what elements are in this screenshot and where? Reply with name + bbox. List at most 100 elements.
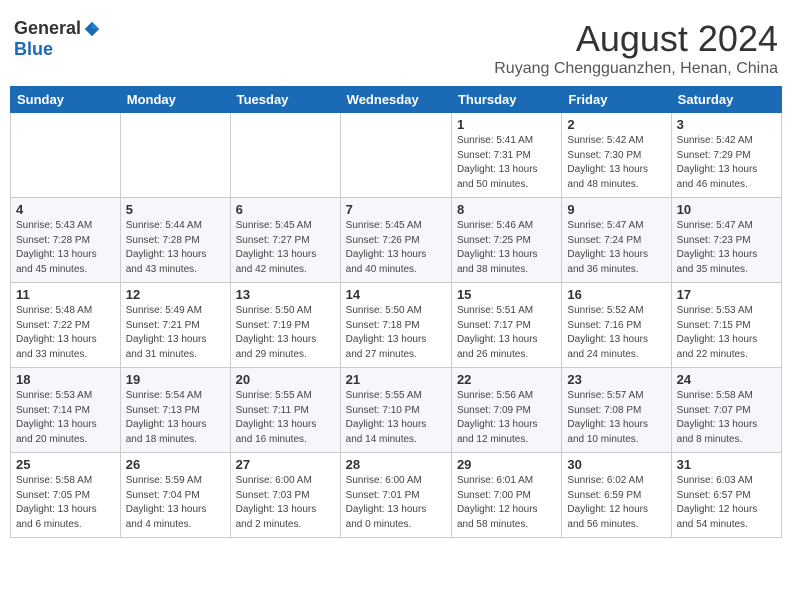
calendar-week-row: 18Sunrise: 5:53 AM Sunset: 7:14 PM Dayli…	[11, 368, 782, 453]
calendar-cell: 23 Sunrise: 5:57 AM Sunset: 7:08 PM Dayli…	[562, 368, 671, 453]
calendar-header-wednesday: Wednesday	[340, 87, 451, 113]
calendar-cell: 8 Sunrise: 5:46 AM Sunset: 7:25 PM Daylig…	[451, 198, 561, 283]
day-number: 6	[236, 202, 335, 217]
day-info: Sunrise: 5:55 AM Sunset: 7:11 PM Dayligh…	[236, 389, 335, 447]
logo-icon	[83, 20, 101, 38]
day-number: 24	[677, 372, 776, 387]
day-info: Sunrise: 6:02 AM Sunset: 6:59 PM Dayligh…	[567, 474, 665, 532]
calendar-cell: 24 Sunrise: 5:58 AM Sunset: 7:07 PM Dayli…	[671, 368, 781, 453]
day-number: 25	[16, 457, 115, 472]
day-number: 20	[236, 372, 335, 387]
day-info: Sunrise: 5:45 AM Sunset: 7:26 PM Dayligh…	[346, 219, 446, 277]
day-info: Sunrise: 5:42 AM Sunset: 7:30 PM Dayligh…	[567, 134, 665, 192]
calendar-header-tuesday: Tuesday	[230, 87, 340, 113]
day-info: Sunrise: 5:59 AM Sunset: 7:04 PM Dayligh…	[126, 474, 225, 532]
calendar-cell: 10 Sunrise: 5:47 AM Sunset: 7:23 PM Dayli…	[671, 198, 781, 283]
day-number: 4	[16, 202, 115, 217]
calendar-cell: 2 Sunrise: 5:42 AM Sunset: 7:30 PM Daylig…	[562, 113, 671, 198]
calendar-week-row: 25 Sunrise: 5:58 AM Sunset: 7:05 PM Dayli…	[11, 453, 782, 538]
day-info: Sunrise: 5:44 AM Sunset: 7:28 PM Dayligh…	[126, 219, 225, 277]
day-number: 11	[16, 287, 115, 302]
calendar-cell: 7 Sunrise: 5:45 AM Sunset: 7:26 PM Daylig…	[340, 198, 451, 283]
title-area: August 2024 Ruyang Chengguanzhen, Henan,…	[494, 18, 778, 78]
day-number: 7	[346, 202, 446, 217]
day-number: 3	[677, 117, 776, 132]
calendar-cell: 11Sunrise: 5:48 AM Sunset: 7:22 PM Dayli…	[11, 283, 121, 368]
calendar-cell: 14Sunrise: 5:50 AM Sunset: 7:18 PM Dayli…	[340, 283, 451, 368]
day-number: 22	[457, 372, 556, 387]
day-number: 17	[677, 287, 776, 302]
day-number: 2	[567, 117, 665, 132]
day-info: Sunrise: 5:57 AM Sunset: 7:08 PM Dayligh…	[567, 389, 665, 447]
day-info: Sunrise: 5:42 AM Sunset: 7:29 PM Dayligh…	[677, 134, 776, 192]
day-info: Sunrise: 5:56 AM Sunset: 7:09 PM Dayligh…	[457, 389, 556, 447]
calendar-cell: 13Sunrise: 5:50 AM Sunset: 7:19 PM Dayli…	[230, 283, 340, 368]
day-info: Sunrise: 5:58 AM Sunset: 7:05 PM Dayligh…	[16, 474, 115, 532]
day-number: 9	[567, 202, 665, 217]
day-number: 23	[567, 372, 665, 387]
day-info: Sunrise: 6:03 AM Sunset: 6:57 PM Dayligh…	[677, 474, 776, 532]
day-info: Sunrise: 5:43 AM Sunset: 7:28 PM Dayligh…	[16, 219, 115, 277]
calendar-cell: 1 Sunrise: 5:41 AM Sunset: 7:31 PM Daylig…	[451, 113, 561, 198]
day-info: Sunrise: 5:50 AM Sunset: 7:18 PM Dayligh…	[346, 304, 446, 362]
calendar-cell: 15Sunrise: 5:51 AM Sunset: 7:17 PM Dayli…	[451, 283, 561, 368]
calendar-cell: 21Sunrise: 5:55 AM Sunset: 7:10 PM Dayli…	[340, 368, 451, 453]
day-number: 15	[457, 287, 556, 302]
calendar-body: 1 Sunrise: 5:41 AM Sunset: 7:31 PM Daylig…	[11, 113, 782, 538]
day-info: Sunrise: 5:58 AM Sunset: 7:07 PM Dayligh…	[677, 389, 776, 447]
day-number: 8	[457, 202, 556, 217]
month-title: August 2024	[494, 18, 778, 60]
logo: General Blue	[14, 18, 101, 60]
day-info: Sunrise: 5:46 AM Sunset: 7:25 PM Dayligh…	[457, 219, 556, 277]
calendar-cell: 16Sunrise: 5:52 AM Sunset: 7:16 PM Dayli…	[562, 283, 671, 368]
day-number: 19	[126, 372, 225, 387]
calendar-cell: 30 Sunrise: 6:02 AM Sunset: 6:59 PM Dayli…	[562, 453, 671, 538]
day-number: 28	[346, 457, 446, 472]
calendar-cell: 3 Sunrise: 5:42 AM Sunset: 7:29 PM Daylig…	[671, 113, 781, 198]
calendar-cell	[11, 113, 121, 198]
calendar-cell: 6Sunrise: 5:45 AM Sunset: 7:27 PM Daylig…	[230, 198, 340, 283]
location-title: Ruyang Chengguanzhen, Henan, China	[494, 60, 778, 78]
day-number: 29	[457, 457, 556, 472]
day-number: 30	[567, 457, 665, 472]
calendar-cell: 19 Sunrise: 5:54 AM Sunset: 7:13 PM Dayli…	[120, 368, 230, 453]
calendar-cell: 28 Sunrise: 6:00 AM Sunset: 7:01 PM Dayli…	[340, 453, 451, 538]
day-number: 12	[126, 287, 225, 302]
day-info: Sunrise: 5:49 AM Sunset: 7:21 PM Dayligh…	[126, 304, 225, 362]
calendar-cell: 9 Sunrise: 5:47 AM Sunset: 7:24 PM Daylig…	[562, 198, 671, 283]
calendar-week-row: 4 Sunrise: 5:43 AM Sunset: 7:28 PM Daylig…	[11, 198, 782, 283]
calendar-cell: 25 Sunrise: 5:58 AM Sunset: 7:05 PM Dayli…	[11, 453, 121, 538]
day-info: Sunrise: 5:41 AM Sunset: 7:31 PM Dayligh…	[457, 134, 556, 192]
day-info: Sunrise: 5:53 AM Sunset: 7:15 PM Dayligh…	[677, 304, 776, 362]
calendar-cell: 18Sunrise: 5:53 AM Sunset: 7:14 PM Dayli…	[11, 368, 121, 453]
day-number: 1	[457, 117, 556, 132]
calendar-header-row: SundayMondayTuesdayWednesdayThursdayFrid…	[11, 87, 782, 113]
logo-blue-text: Blue	[14, 39, 53, 59]
day-info: Sunrise: 5:47 AM Sunset: 7:24 PM Dayligh…	[567, 219, 665, 277]
calendar-cell: 29Sunrise: 6:01 AM Sunset: 7:00 PM Dayli…	[451, 453, 561, 538]
calendar-cell: 5 Sunrise: 5:44 AM Sunset: 7:28 PM Daylig…	[120, 198, 230, 283]
calendar-cell: 20 Sunrise: 5:55 AM Sunset: 7:11 PM Dayli…	[230, 368, 340, 453]
day-number: 18	[16, 372, 115, 387]
day-info: Sunrise: 6:00 AM Sunset: 7:01 PM Dayligh…	[346, 474, 446, 532]
calendar-header-thursday: Thursday	[451, 87, 561, 113]
day-number: 10	[677, 202, 776, 217]
calendar-cell: 17 Sunrise: 5:53 AM Sunset: 7:15 PM Dayli…	[671, 283, 781, 368]
calendar-header-friday: Friday	[562, 87, 671, 113]
day-info: Sunrise: 5:50 AM Sunset: 7:19 PM Dayligh…	[236, 304, 335, 362]
calendar-header-saturday: Saturday	[671, 87, 781, 113]
day-number: 5	[126, 202, 225, 217]
logo-general-text: General	[14, 18, 81, 39]
day-number: 31	[677, 457, 776, 472]
calendar-header-monday: Monday	[120, 87, 230, 113]
calendar-week-row: 11Sunrise: 5:48 AM Sunset: 7:22 PM Dayli…	[11, 283, 782, 368]
day-info: Sunrise: 6:00 AM Sunset: 7:03 PM Dayligh…	[236, 474, 335, 532]
day-info: Sunrise: 5:47 AM Sunset: 7:23 PM Dayligh…	[677, 219, 776, 277]
calendar-cell	[120, 113, 230, 198]
calendar-table: SundayMondayTuesdayWednesdayThursdayFrid…	[10, 86, 782, 538]
day-info: Sunrise: 5:54 AM Sunset: 7:13 PM Dayligh…	[126, 389, 225, 447]
calendar-week-row: 1 Sunrise: 5:41 AM Sunset: 7:31 PM Daylig…	[11, 113, 782, 198]
calendar-cell: 27Sunrise: 6:00 AM Sunset: 7:03 PM Dayli…	[230, 453, 340, 538]
calendar-cell: 22 Sunrise: 5:56 AM Sunset: 7:09 PM Dayli…	[451, 368, 561, 453]
day-info: Sunrise: 5:52 AM Sunset: 7:16 PM Dayligh…	[567, 304, 665, 362]
